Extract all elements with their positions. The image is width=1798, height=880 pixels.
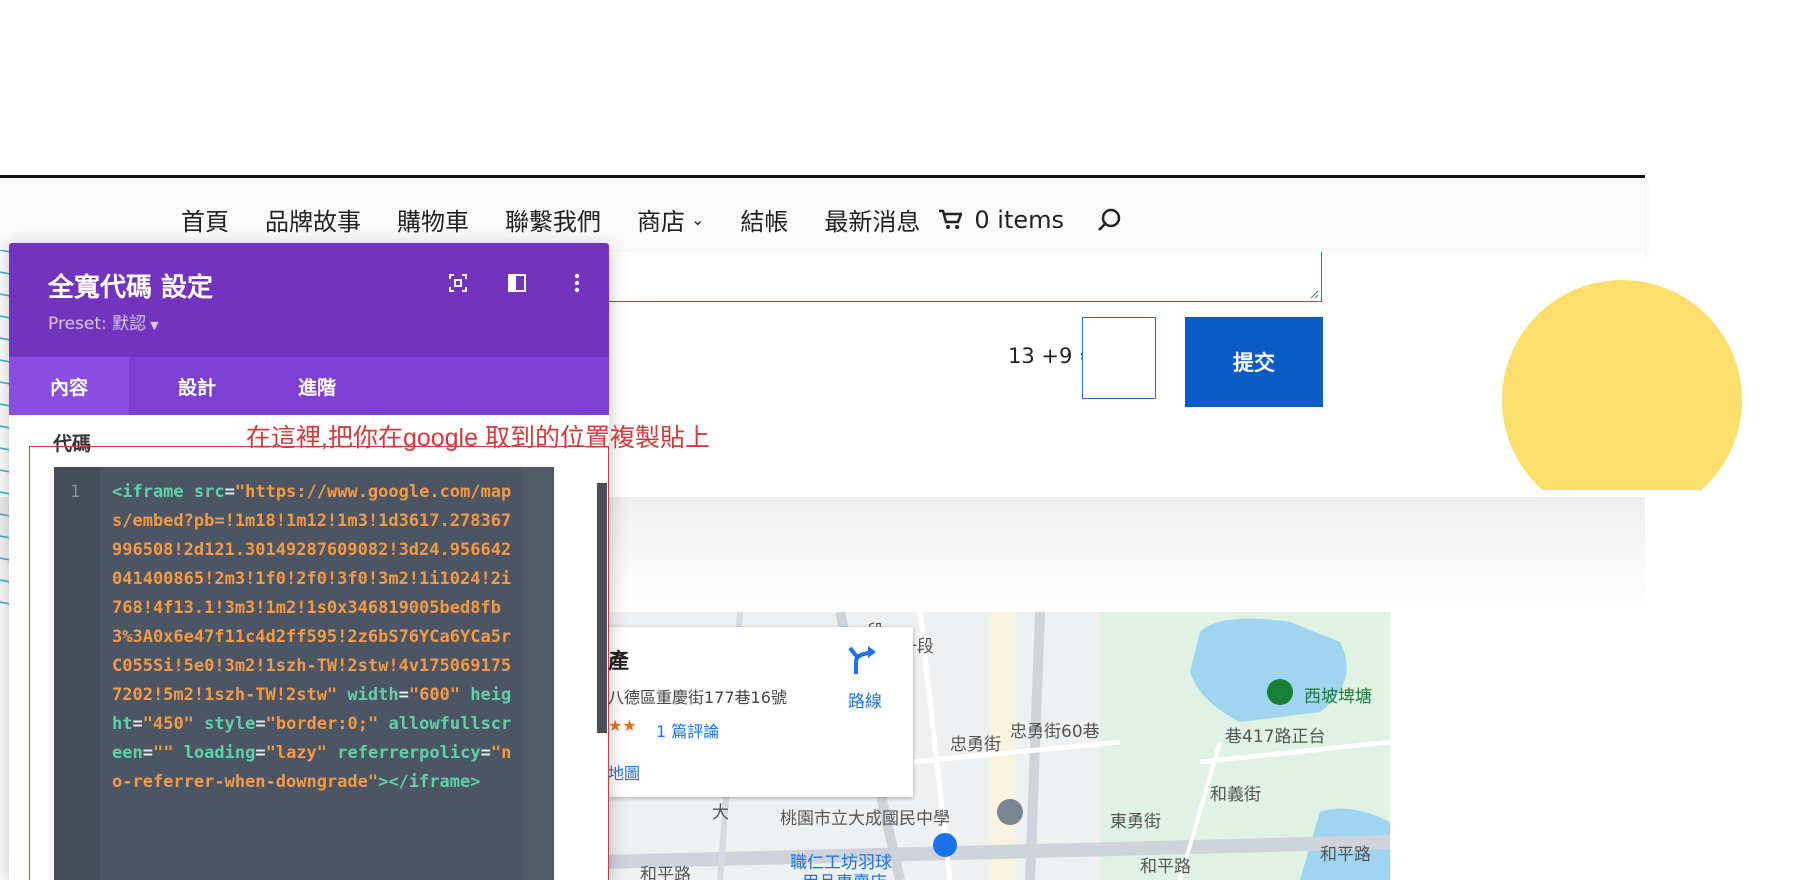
map-label: 和平路 (1140, 857, 1191, 877)
code-token: loading (183, 743, 256, 763)
map-label: 東勇街 (1110, 812, 1161, 832)
directions-label[interactable]: 路線 (848, 687, 882, 712)
submit-button[interactable]: 提交 (1185, 317, 1323, 407)
map-label: 和平路 (1320, 845, 1371, 865)
nav-item-contact[interactable]: 聯繫我們 (505, 202, 601, 237)
nav-item-checkout[interactable]: 結帳 (740, 202, 788, 237)
cart-icon (939, 209, 963, 229)
map-label: 桃園市立大成國民中學 (780, 809, 950, 829)
line-number-gutter: 1 (54, 467, 100, 880)
cart-count: 0 items (974, 205, 1065, 234)
panel-header: 全寬代碼 設定 Preset: 默認 ▼ (9, 243, 609, 357)
code-editor[interactable]: 1 <iframe src="https://www.google.com/ma… (54, 467, 554, 880)
more-options-icon[interactable] (565, 271, 589, 295)
nav-item-shop[interactable]: 商店 ⌄ (637, 202, 704, 237)
map-label: 用品專賣店 (802, 868, 887, 880)
code-token: "https://www.google.com/maps/embed?pb=!1… (112, 482, 512, 705)
main-menu: 首頁 品牌故事 購物車 聯繫我們 商店 ⌄ 結帳 最新消息 0 items (181, 202, 1122, 237)
nav-item-shop-label: 商店 (637, 208, 685, 236)
search-icon (1098, 208, 1121, 231)
code-token: <iframe (112, 482, 184, 502)
code-token: src (193, 482, 225, 502)
captcha-answer-input[interactable] (1082, 317, 1156, 399)
code-token: "lazy" (265, 743, 328, 763)
panel-title: 全寬代碼 設定 (48, 273, 214, 303)
view-larger-map-link[interactable]: 地圖 (608, 760, 640, 784)
map-label: 和平路 (640, 865, 691, 880)
panel-tabs: 內容 設計 進階 (9, 357, 609, 415)
search-button[interactable] (1096, 207, 1122, 233)
map-label: 大 (712, 803, 729, 823)
cart-link[interactable]: 0 items (938, 206, 1064, 234)
module-settings-panel: 全寬代碼 設定 Preset: 默認 ▼ 內容 設計 進階 代碼 1 <ifram… (9, 243, 609, 880)
directions-icon[interactable] (848, 644, 878, 676)
code-content[interactable]: <iframe src="https://www.google.com/maps… (112, 478, 512, 797)
tab-design[interactable]: 設計 (137, 357, 257, 415)
nav-item-cart[interactable]: 購物車 (397, 202, 469, 237)
code-token: width (347, 685, 399, 705)
place-address: 八德區重慶街177巷16號 (608, 688, 787, 707)
code-token: "450" (142, 714, 194, 734)
place-name: 產 (608, 649, 629, 673)
nav-item-brand-story[interactable]: 品牌故事 (265, 202, 361, 237)
tab-advanced[interactable]: 進階 (257, 357, 377, 415)
annotation-note: 在這裡,把你在google 取到的位置複製貼上 (246, 424, 710, 452)
map-label: 忠勇街 (950, 735, 1001, 755)
map-label: 巷417路正台 (1225, 727, 1326, 747)
decorative-yellow-circle (1502, 280, 1742, 490)
code-token: "" (152, 743, 174, 763)
preset-selector[interactable]: Preset: 默認 ▼ (48, 309, 159, 334)
nav-item-home[interactable]: 首頁 (181, 202, 229, 237)
code-token: style (204, 714, 256, 734)
preset-label: Preset: 默認 (48, 314, 147, 334)
focus-mode-icon[interactable] (446, 271, 470, 295)
resize-grip-icon[interactable] (1309, 289, 1319, 299)
split-view-icon[interactable] (505, 271, 529, 295)
map-label: 忠勇街60巷 (1010, 722, 1100, 742)
line-number: 1 (70, 482, 81, 502)
code-token: referrerpolicy (337, 743, 481, 763)
caret-down-icon: ▼ (150, 319, 159, 332)
chevron-down-icon: ⌄ (691, 210, 705, 229)
tab-content[interactable]: 內容 (9, 357, 129, 415)
map-label: 和義街 (1210, 785, 1261, 805)
code-token: "border:0;" (265, 714, 379, 734)
panel-scrollbar[interactable] (597, 483, 607, 733)
rating-stars: ★★ (608, 716, 637, 735)
map-label: 西坡埤塘 (1304, 687, 1372, 707)
code-token: "600" (408, 685, 461, 705)
map-place-card: 產 八德區重慶街177巷16號 ★★ 1 篇評論 地圖 路線 (608, 627, 913, 797)
message-textarea[interactable] (560, 252, 1322, 302)
editor-scroll-area (522, 467, 554, 880)
nav-item-news[interactable]: 最新消息 (824, 202, 920, 237)
reviews-link[interactable]: 1 篇評論 (656, 718, 719, 742)
code-token: ></iframe> (378, 772, 481, 792)
